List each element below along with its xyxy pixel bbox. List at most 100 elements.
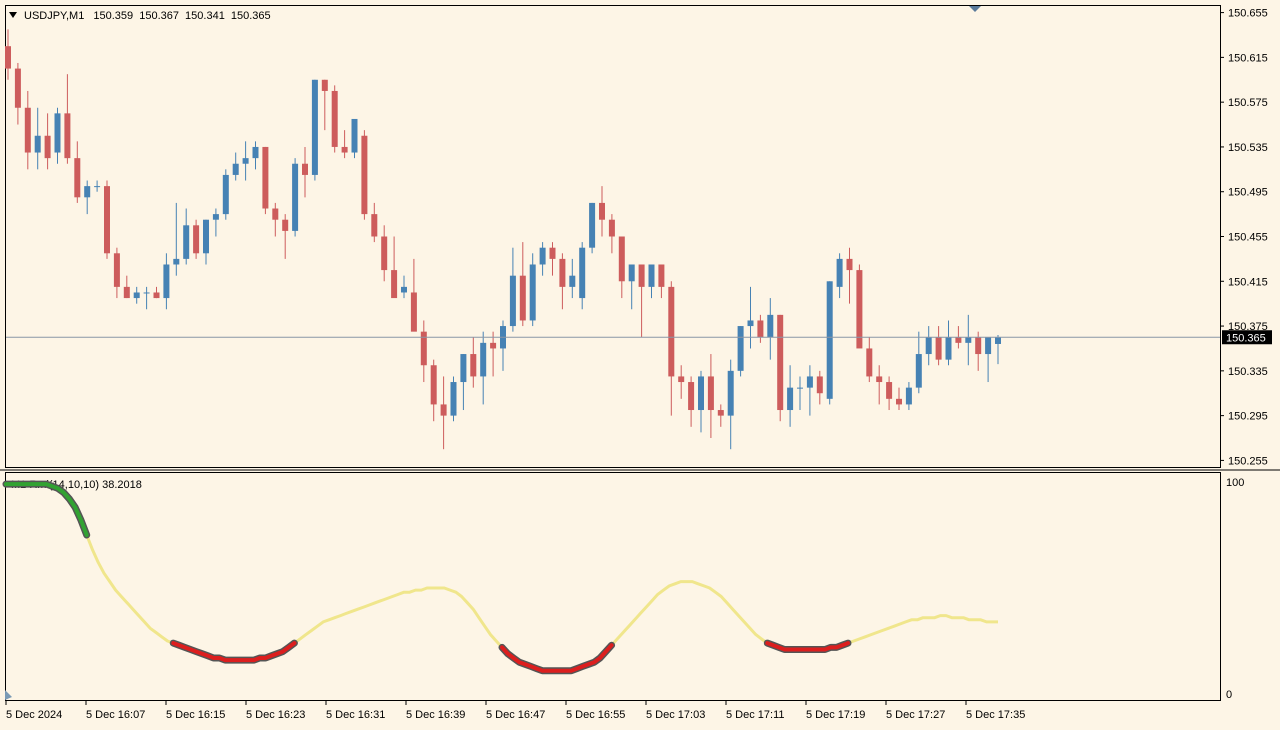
candle-body <box>737 326 744 371</box>
price-tick-label: 150.535 <box>1228 142 1268 154</box>
candle-body <box>480 342 487 377</box>
candle-body <box>876 376 883 383</box>
candle-body <box>84 186 91 198</box>
candle-body <box>668 286 675 377</box>
candle-body <box>915 354 922 388</box>
candle-body <box>113 253 120 287</box>
candle-body <box>519 275 526 321</box>
candle-body <box>183 225 190 259</box>
candle-body <box>24 107 31 153</box>
bid-price-text: 150.365 <box>1226 332 1266 344</box>
time-axis: 5 Dec 2024 5 Dec 16:07 5 Dec 16:15 5 Dec 16… <box>5 701 1025 721</box>
candle-body <box>64 113 71 159</box>
candle-body <box>717 410 724 416</box>
indicator-scale-min: 0 <box>1226 689 1232 701</box>
candle-body <box>54 113 61 153</box>
low-value: 150.341 <box>185 10 225 22</box>
candle-body <box>995 337 1001 344</box>
candle-body <box>648 264 655 287</box>
indicator-pane-frame <box>5 472 1221 701</box>
candle-body <box>272 208 279 220</box>
candle-body <box>658 264 665 287</box>
candle-body <box>866 348 873 377</box>
candle-body <box>292 163 299 231</box>
candle-body <box>222 174 229 215</box>
candle-body <box>490 342 497 349</box>
candle-body <box>698 376 704 411</box>
candle-body <box>975 337 982 355</box>
candle-body <box>381 236 388 271</box>
candle-body <box>232 163 239 175</box>
candle-body <box>401 286 407 293</box>
candle-body <box>371 214 378 237</box>
time-tick-label: 5 Dec 16:39 <box>406 709 465 721</box>
candle-body <box>678 376 685 383</box>
time-tick-label: 5 Dec 16:55 <box>566 709 625 721</box>
trading-chart[interactable]: USDJPY,M1 150.359 150.367 150.341 150.36… <box>0 0 1280 730</box>
candle-body <box>252 146 259 159</box>
candle-body <box>806 376 813 388</box>
candle-body <box>539 247 546 265</box>
time-tick-label: 5 Dec 16:23 <box>246 709 305 721</box>
high-value: 150.367 <box>139 10 179 22</box>
candle-body <box>133 292 140 299</box>
candle-body <box>420 331 427 366</box>
candle-body <box>886 382 893 399</box>
candle-body <box>14 68 21 108</box>
candle-body <box>856 270 863 349</box>
price-tick-label: 150.495 <box>1228 187 1268 199</box>
symbol-label: USDJPY,M1 <box>24 10 84 22</box>
candle-body <box>905 387 912 405</box>
candle-body <box>302 163 308 175</box>
candle-body <box>509 275 516 327</box>
candle-body <box>470 354 477 377</box>
candle-body <box>925 337 932 355</box>
candle-body <box>450 382 457 416</box>
candle-body <box>104 186 110 254</box>
candle-body <box>163 264 170 299</box>
time-tick-label: 5 Dec 17:35 <box>966 709 1025 721</box>
time-tick-label: 5 Dec 17:19 <box>806 709 865 721</box>
candle-body <box>777 314 784 411</box>
candle-body <box>688 382 695 411</box>
candle-body <box>846 258 853 271</box>
candle-body <box>173 258 180 265</box>
candle-body <box>589 202 596 248</box>
candle-body <box>460 354 467 383</box>
candle-body <box>618 236 625 282</box>
indicator-scale-max: 100 <box>1226 477 1244 489</box>
candle-body <box>767 314 774 338</box>
candle-body <box>153 292 160 299</box>
candle-body <box>965 337 972 343</box>
price-tick-label: 150.295 <box>1228 411 1268 423</box>
candle-body <box>34 135 41 153</box>
time-tick-label: 5 Dec 16:31 <box>326 709 385 721</box>
candle-body <box>836 258 843 287</box>
candle-body <box>599 202 605 220</box>
price-tick-label: 150.455 <box>1228 232 1268 244</box>
candle-body <box>5 46 11 69</box>
candle-body <box>311 79 318 175</box>
candle-body <box>935 337 942 360</box>
candle-body <box>816 376 823 394</box>
candle-body <box>826 281 833 399</box>
candle-body <box>74 158 81 198</box>
candle-body <box>331 90 338 147</box>
candle-body <box>391 270 398 299</box>
price-tick-label: 150.415 <box>1228 276 1268 288</box>
price-tick-label: 150.255 <box>1228 455 1268 467</box>
time-tick-label: 5 Dec 2024 <box>6 709 62 721</box>
candle-body <box>797 387 803 389</box>
candle-body <box>707 376 714 411</box>
open-value: 150.359 <box>93 10 133 22</box>
candle-body <box>321 79 328 91</box>
candle-body <box>628 264 635 282</box>
chart-header: USDJPY,M1 150.359 150.367 150.341 150.36… <box>24 10 271 22</box>
candle-body <box>727 370 734 416</box>
time-tick-label: 5 Dec 16:47 <box>486 709 545 721</box>
candle-body <box>282 219 289 231</box>
candle-body <box>430 365 437 405</box>
candle-body <box>757 320 764 338</box>
candle-body <box>351 118 358 153</box>
candle-body <box>341 146 348 153</box>
